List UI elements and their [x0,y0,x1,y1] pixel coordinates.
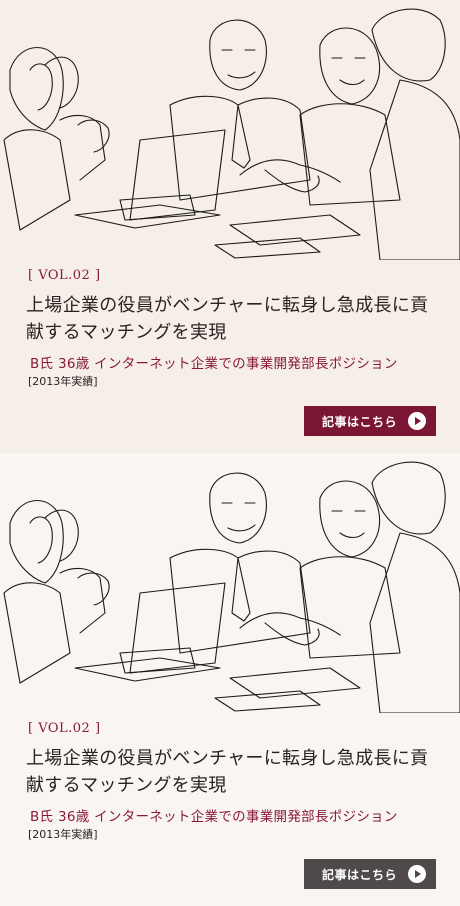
button-label: 記事はこちら [322,867,398,882]
article-card: [ VOL.02 ] 上場企業の役員がベンチャーに転身し急成長に貢献するマッチン… [0,0,460,453]
year-note: [2013年実績] [28,375,98,388]
play-circle-icon [408,865,426,883]
article-subtitle: B氏 36歳 インターネット企業での事業開発部長ポジション [30,356,398,372]
meeting-handshake-illustration [3,8,460,260]
button-label: 記事はこちら [322,414,398,429]
year-note: [2013年実績] [28,828,98,841]
article-title: 上場企業の役員がベンチャーに転身し急成長に貢献するマッチングを実現 [26,748,429,796]
meeting-handshake-illustration [3,461,460,713]
article-subtitle: B氏 36歳 インターネット企業での事業開発部長ポジション [30,809,398,825]
read-article-button[interactable]: 記事はこちら [304,406,436,436]
volume-label: [ VOL.02 ] [28,721,101,736]
play-circle-icon [408,412,426,430]
volume-label: [ VOL.02 ] [28,268,101,283]
article-card: [ VOL.02 ] 上場企業の役員がベンチャーに転身し急成長に貢献するマッチン… [0,453,460,906]
article-title: 上場企業の役員がベンチャーに転身し急成長に貢献するマッチングを実現 [26,295,429,343]
read-article-button[interactable]: 記事はこちら [304,859,436,889]
